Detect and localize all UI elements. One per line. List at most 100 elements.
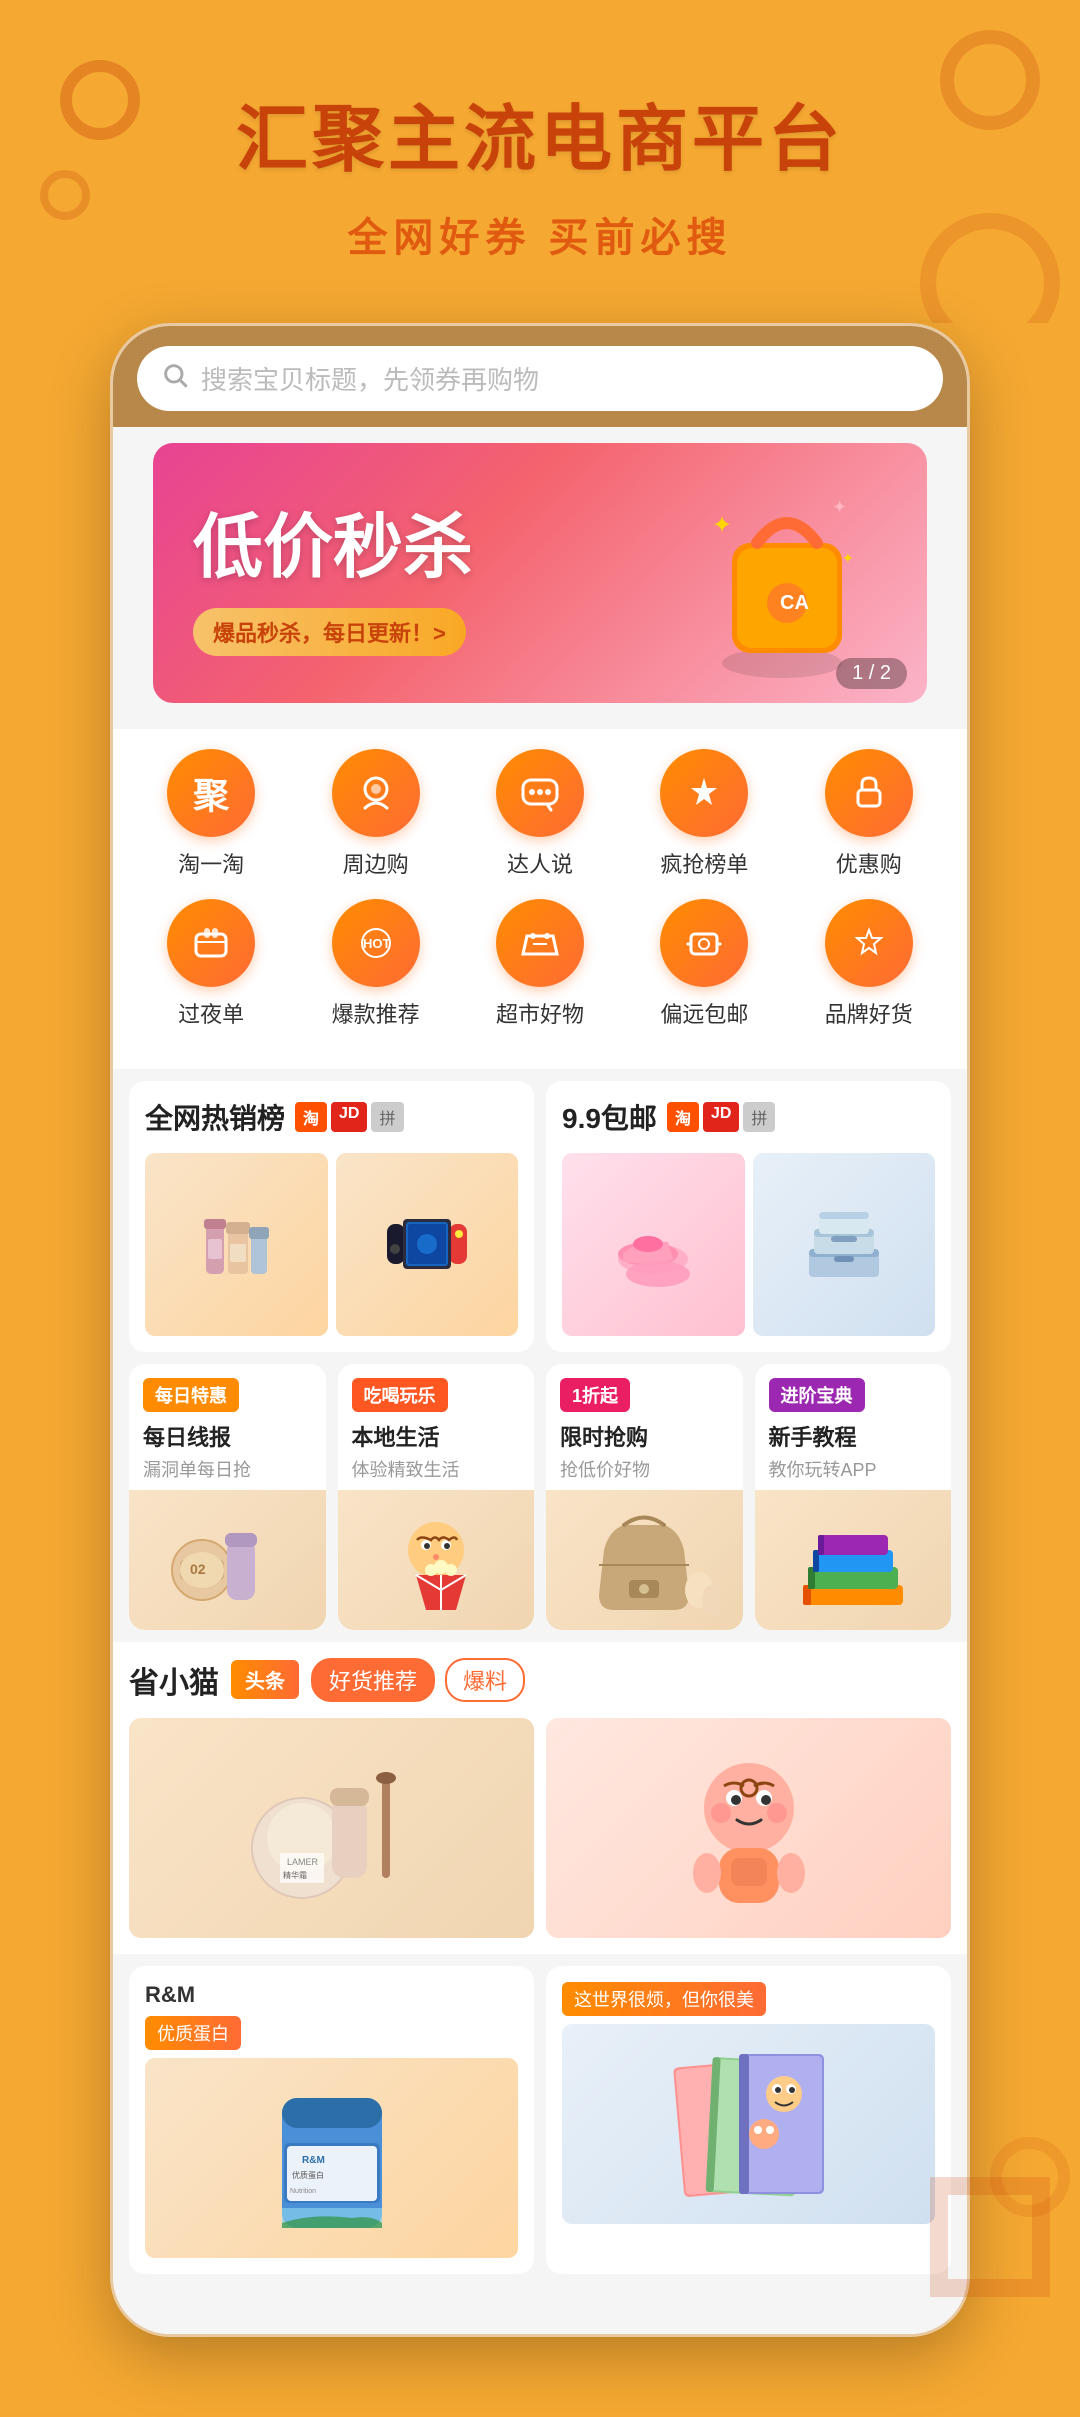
category-label-4: 疯抢榜单 <box>660 847 748 879</box>
platform-badges-pkg: 淘 JD 拼 <box>667 1102 775 1132</box>
feature-badge-flash: 1折起 <box>560 1378 630 1412</box>
category-item-4[interactable]: 疯抢榜单 <box>634 749 774 879</box>
badge-jd-1: JD <box>331 1102 367 1132</box>
sheng-product-2[interactable] <box>546 1718 951 1938</box>
svg-text:✦: ✦ <box>712 512 732 539</box>
search-icon <box>161 361 189 396</box>
feature-title-guide: 新手教程 <box>769 1420 938 1452</box>
header-section: 汇聚主流电商平台 全网好券 买前必搜 <box>0 0 1080 323</box>
hot-product-images <box>145 1153 518 1336</box>
category-item-3[interactable]: 达人说 <box>470 749 610 879</box>
category-icon-8 <box>496 899 584 987</box>
sheng-tab-hot[interactable]: 爆料 <box>445 1658 525 1702</box>
header-title: 汇聚主流电商平台 <box>60 80 1020 185</box>
badge-jd-2: JD <box>703 1102 739 1132</box>
category-icon-6 <box>167 899 255 987</box>
sheng-tabs: 好货推荐 爆料 <box>311 1658 525 1702</box>
svg-text:优质蛋白: 优质蛋白 <box>292 2170 324 2180</box>
svg-text:LAMER: LAMER <box>287 1857 319 1867</box>
category-label-5: 优惠购 <box>836 847 902 879</box>
category-label-9: 偏远包邮 <box>660 997 748 1029</box>
sheng-tab-good[interactable]: 好货推荐 <box>311 1658 435 1702</box>
feature-card-flash[interactable]: 1折起 限时抢购 抢低价好物 <box>546 1364 743 1630</box>
promo-label-rm: 优质蛋白 <box>145 2016 241 2050</box>
package-card[interactable]: 9.9包邮 淘 JD 拼 <box>546 1081 951 1352</box>
promo-card-rm[interactable]: R&M 优质蛋白 R&M 优质蛋白 Nutrition <box>129 1966 534 2274</box>
feature-card-guide[interactable]: 进阶宝典 新手教程 教你玩转APP <box>755 1364 952 1630</box>
feature-title-flash: 限时抢购 <box>560 1420 729 1452</box>
promo-img-book <box>562 2024 935 2224</box>
svg-text:02: 02 <box>190 1561 206 1577</box>
category-icon-7: HOT <box>332 899 420 987</box>
phone-bottom-bar <box>113 2294 967 2334</box>
phone-outer-wrap: 搜索宝贝标题，先领券再购物 低价秒杀 爆品秒杀，每日更新！> <box>0 323 1080 2417</box>
category-item-2[interactable]: 周边购 <box>306 749 446 879</box>
feature-card-daily[interactable]: 每日特惠 每日线报 漏洞单每日抢 02 <box>129 1364 326 1630</box>
category-row-2: 过夜单 HOT 爆款推荐 超市好物 <box>129 899 951 1029</box>
platform-badges-hot: 淘 JD 拼 <box>295 1102 403 1132</box>
sheng-header: 省小猫 头条 好货推荐 爆料 <box>129 1658 951 1702</box>
promo-card-book[interactable]: 这世界很烦，但你很美 <box>546 1966 951 2274</box>
hot-product-2 <box>336 1153 519 1336</box>
badge-taobao-2: 淘 <box>667 1102 699 1132</box>
hot-section: 全网热销榜 淘 JD 拼 <box>113 1081 967 1352</box>
category-label-3: 达人说 <box>507 847 573 879</box>
category-item-1[interactable]: 聚 淘一淘 <box>141 749 281 879</box>
feature-sub-food: 体验精致生活 <box>352 1456 521 1482</box>
category-label-7: 爆款推荐 <box>332 997 420 1029</box>
category-label-10: 品牌好货 <box>825 997 913 1029</box>
category-icon-3 <box>496 749 584 837</box>
badge-more-1: 拼 <box>371 1102 403 1132</box>
hot-sales-title: 全网热销榜 <box>145 1097 285 1137</box>
svg-text:✦: ✦ <box>832 497 847 517</box>
decor-circle-3 <box>940 30 1040 130</box>
banner-tag-text: 爆品秒杀，每日更新！> <box>213 616 446 648</box>
svg-text:R&M: R&M <box>302 2155 325 2166</box>
feature-img-guide <box>755 1490 952 1630</box>
package-product-1 <box>562 1153 745 1336</box>
feature-sub-flash: 抢低价好物 <box>560 1456 729 1482</box>
category-item-9[interactable]: 偏远包邮 <box>634 899 774 1029</box>
header-subtitle: 全网好券 买前必搜 <box>60 205 1020 263</box>
category-grid: 聚 淘一淘 周边购 达人说 <box>113 729 967 1069</box>
feature-card-guide-top: 进阶宝典 新手教程 教你玩转APP <box>755 1364 952 1490</box>
sheng-product-1[interactable]: LAMER 精华霜 <box>129 1718 534 1938</box>
feature-card-flash-top: 1折起 限时抢购 抢低价好物 <box>546 1364 743 1490</box>
feature-sub-daily: 漏洞单每日抢 <box>143 1456 312 1482</box>
banner-tag: 爆品秒杀，每日更新！> <box>193 608 466 656</box>
promo-img-rm: R&M 优质蛋白 Nutrition <box>145 2058 518 2258</box>
feature-title-food: 本地生活 <box>352 1420 521 1452</box>
sheng-products: LAMER 精华霜 <box>129 1718 951 1938</box>
category-item-7[interactable]: HOT 爆款推荐 <box>306 899 446 1029</box>
feature-sub-guide: 教你玩转APP <box>769 1456 938 1482</box>
feature-row: 每日特惠 每日线报 漏洞单每日抢 02 <box>113 1364 967 1630</box>
feature-card-food[interactable]: 吃喝玩乐 本地生活 体验精致生活 <box>338 1364 535 1630</box>
promo-brand-rm: R&M <box>145 1982 518 2008</box>
category-item-6[interactable]: 过夜单 <box>141 899 281 1029</box>
category-item-8[interactable]: 超市好物 <box>470 899 610 1029</box>
badge-taobao-1: 淘 <box>295 1102 327 1132</box>
feature-card-food-top: 吃喝玩乐 本地生活 体验精致生活 <box>338 1364 535 1490</box>
phone-inner: 搜索宝贝标题，先领券再购物 低价秒杀 爆品秒杀，每日更新！> <box>113 326 967 2334</box>
svg-text:Nutrition: Nutrition <box>290 2188 316 2195</box>
search-placeholder-text: 搜索宝贝标题，先领券再购物 <box>201 360 539 397</box>
banner[interactable]: 低价秒杀 爆品秒杀，每日更新！> <box>153 443 927 703</box>
category-icon-5 <box>825 749 913 837</box>
category-item-5[interactable]: 优惠购 <box>799 749 939 879</box>
feature-card-daily-top: 每日特惠 每日线报 漏洞单每日抢 <box>129 1364 326 1490</box>
category-item-10[interactable]: 品牌好货 <box>799 899 939 1029</box>
category-icon-1: 聚 <box>167 749 255 837</box>
sheng-section: 省小猫 头条 好货推荐 爆料 <box>113 1642 967 1954</box>
promo-label-book: 这世界很烦，但你很美 <box>562 1982 766 2016</box>
category-icon-2 <box>332 749 420 837</box>
package-product-2 <box>753 1153 936 1336</box>
category-label-1: 淘一淘 <box>178 847 244 879</box>
decor-circle-2 <box>40 170 90 220</box>
search-input-wrap[interactable]: 搜索宝贝标题，先领券再购物 <box>137 346 943 411</box>
svg-text:CA: CA <box>780 592 809 614</box>
hot-sales-card[interactable]: 全网热销榜 淘 JD 拼 <box>129 1081 534 1352</box>
banner-indicator: 1 / 2 <box>836 658 907 689</box>
search-bar-section: 搜索宝贝标题，先领券再购物 <box>113 326 967 427</box>
feature-badge-food: 吃喝玩乐 <box>352 1378 448 1412</box>
category-label-6: 过夜单 <box>178 997 244 1029</box>
